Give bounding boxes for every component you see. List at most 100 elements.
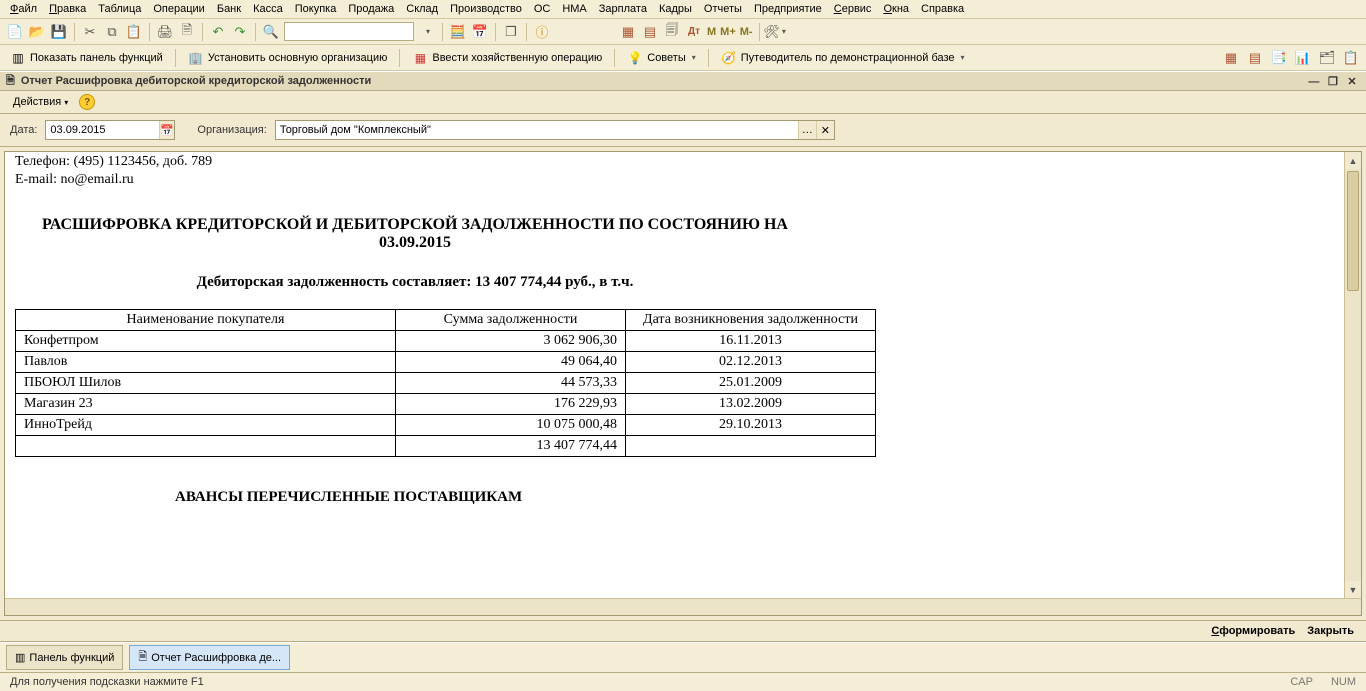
debtors-table: Наименование покупателя Сумма задолженно… xyxy=(15,309,876,457)
vertical-scrollbar[interactable]: ▲ ▼ xyxy=(1344,152,1361,598)
redo-icon[interactable]: ↷ xyxy=(231,23,249,41)
doc-icon[interactable]: 🗐 xyxy=(663,23,681,41)
total-sum: 13 407 774,44 xyxy=(396,436,626,457)
dt-icon[interactable]: Дт xyxy=(685,23,703,41)
select-org-button[interactable]: … xyxy=(798,121,816,139)
menu-staff[interactable]: Кадры xyxy=(659,3,692,15)
grid-icon[interactable]: ▦ xyxy=(619,23,637,41)
date-input[interactable] xyxy=(46,121,158,139)
close-report-button[interactable]: Закрыть xyxy=(1307,625,1354,637)
table-row: Павлов49 064,4002.12.2013 xyxy=(16,352,876,373)
minimize-button[interactable]: — xyxy=(1306,76,1322,88)
undo-icon[interactable]: ↶ xyxy=(209,23,227,41)
actions-button[interactable]: Действия ▾ xyxy=(8,95,73,109)
window-icon[interactable]: ❐ xyxy=(502,23,520,41)
menu-operations[interactable]: Операции xyxy=(153,3,204,15)
separator xyxy=(614,49,615,67)
print-icon[interactable]: 🖨 xyxy=(156,23,174,41)
save-icon[interactable]: 💾 xyxy=(50,23,68,41)
m-plus-btn[interactable]: М+ xyxy=(720,26,736,38)
cell-name: Конфетпром xyxy=(16,331,396,352)
cut-icon[interactable]: ✂ xyxy=(81,23,99,41)
help-icon[interactable]: ? xyxy=(79,94,95,110)
cell-name: Магазин 23 xyxy=(16,394,396,415)
actions-bar: Действия ▾ ? xyxy=(0,91,1366,114)
new-icon[interactable]: 📄 xyxy=(6,23,24,41)
tool-icon-4[interactable]: 📊 xyxy=(1294,49,1312,67)
about-icon[interactable]: ⓘ xyxy=(533,23,551,41)
menu-edit[interactable]: Правка xyxy=(49,3,86,15)
open-icon[interactable]: 📂 xyxy=(28,23,46,41)
preview-icon[interactable]: 🗎 xyxy=(178,23,196,41)
set-main-org-button[interactable]: 🏢 Установить основную организацию xyxy=(184,49,392,67)
separator xyxy=(255,23,256,41)
caps-indicator: CAP xyxy=(1290,676,1313,688)
task-report[interactable]: 🗎 Отчет Расшифровка де... xyxy=(129,645,290,670)
m-minus-btn[interactable]: М- xyxy=(740,26,753,38)
horizontal-scrollbar[interactable] xyxy=(5,598,1361,615)
run-button[interactable]: Сформировать xyxy=(1211,625,1295,637)
menu-cash[interactable]: Касса xyxy=(253,3,283,15)
copy-icon[interactable]: ⧉ xyxy=(103,23,121,41)
separator xyxy=(495,23,496,41)
btn-label: Показать панель функций xyxy=(30,52,163,64)
tool-icon-6[interactable]: 📋 xyxy=(1342,49,1360,67)
menu-service[interactable]: Сервис xyxy=(834,3,872,15)
tool-icon-3[interactable]: 📑 xyxy=(1270,49,1288,67)
demo-guide-button[interactable]: 🧭 Путеводитель по демонстрационной базе xyxy=(717,49,969,67)
menu-reports[interactable]: Отчеты xyxy=(704,3,742,15)
scroll-up-icon[interactable]: ▲ xyxy=(1345,152,1361,169)
maximize-button[interactable]: ❐ xyxy=(1325,75,1341,88)
panel-icon: ▥ xyxy=(10,50,26,66)
report-title-text: РАСШИФРОВКА КРЕДИТОРСКОЙ И ДЕБИТОРСКОЙ З… xyxy=(42,216,788,233)
calendar-icon[interactable]: 📅 xyxy=(471,23,489,41)
menu-production[interactable]: Производство xyxy=(450,3,522,15)
secondary-toolbar: ▥ Показать панель функций 🏢 Установить о… xyxy=(0,45,1366,71)
menu-stock[interactable]: Склад xyxy=(406,3,438,15)
scroll-thumb[interactable] xyxy=(1347,171,1359,291)
org-field: … ✕ xyxy=(275,120,835,140)
org-input[interactable] xyxy=(276,121,798,139)
search-dropdown[interactable] xyxy=(418,23,436,41)
tool-icon-2[interactable]: ▤ xyxy=(1246,49,1264,67)
menu-help[interactable]: Справка xyxy=(921,3,964,15)
report-icon: 🗎 xyxy=(138,648,147,667)
m-btn[interactable]: М xyxy=(707,26,716,38)
menu-file[interactable]: Файл xyxy=(10,3,37,15)
calendar-button[interactable]: 📅 xyxy=(159,121,175,139)
menu-purchase[interactable]: Покупка xyxy=(295,3,337,15)
footer-bar: Сформировать Закрыть xyxy=(0,621,1366,642)
advances-section-title: АВАНСЫ ПЕРЕЧИСЛЕННЫЕ ПОСТАВЩИКАМ xyxy=(175,489,1351,506)
menu-fixed-assets[interactable]: ОС xyxy=(534,3,551,15)
paste-icon[interactable]: 📋 xyxy=(125,23,143,41)
calc-icon[interactable]: 🧮 xyxy=(449,23,467,41)
menu-intangible[interactable]: НМА xyxy=(562,3,586,15)
clear-org-button[interactable]: ✕ xyxy=(816,121,834,139)
menu-salary[interactable]: Зарплата xyxy=(599,3,647,15)
table-row: Магазин 23176 229,9313.02.2009 xyxy=(16,394,876,415)
enter-operation-button[interactable]: ▦ Ввести хозяйственную операцию xyxy=(408,49,606,67)
status-bar: Для получения подсказки нажмите F1 CAP N… xyxy=(0,673,1366,691)
menu-table[interactable]: Таблица xyxy=(98,3,141,15)
tips-button[interactable]: 💡 Советы xyxy=(623,49,700,67)
search-input[interactable] xyxy=(284,22,414,41)
search-icon[interactable]: 🔍 xyxy=(262,23,280,41)
show-panel-button[interactable]: ▥ Показать панель функций xyxy=(6,49,167,67)
grid2-icon[interactable]: ▤ xyxy=(641,23,659,41)
tools-icon[interactable]: 🛠 xyxy=(766,23,784,41)
menu-bank[interactable]: Банк xyxy=(217,3,241,15)
task-panel[interactable]: ▥ Панель функций xyxy=(6,645,123,670)
cell-date: 13.02.2009 xyxy=(626,394,876,415)
main-toolbar: 📄 📂 💾 ✂ ⧉ 📋 🖨 🗎 ↶ ↷ 🔍 🧮 📅 ❐ ⓘ ▦ ▤ 🗐 Дт М… xyxy=(0,19,1366,45)
separator xyxy=(708,49,709,67)
tool-icon-5[interactable]: 🗂 xyxy=(1318,49,1336,67)
tool-icon-1[interactable]: ▦ xyxy=(1222,49,1240,67)
menu-windows[interactable]: Окна xyxy=(883,3,909,15)
close-button[interactable]: ✕ xyxy=(1344,75,1360,88)
menu-enterprise[interactable]: Предприятие xyxy=(754,3,822,15)
report-title: РАСШИФРОВКА КРЕДИТОРСКОЙ И ДЕБИТОРСКОЙ З… xyxy=(15,216,815,252)
menu-sale[interactable]: Продажа xyxy=(348,3,394,15)
document-scroll: Телефон: (495) 1123456, доб. 789 E-mail:… xyxy=(4,151,1362,616)
scroll-down-icon[interactable]: ▼ xyxy=(1345,581,1361,598)
status-hint: Для получения подсказки нажмите F1 xyxy=(10,676,204,688)
